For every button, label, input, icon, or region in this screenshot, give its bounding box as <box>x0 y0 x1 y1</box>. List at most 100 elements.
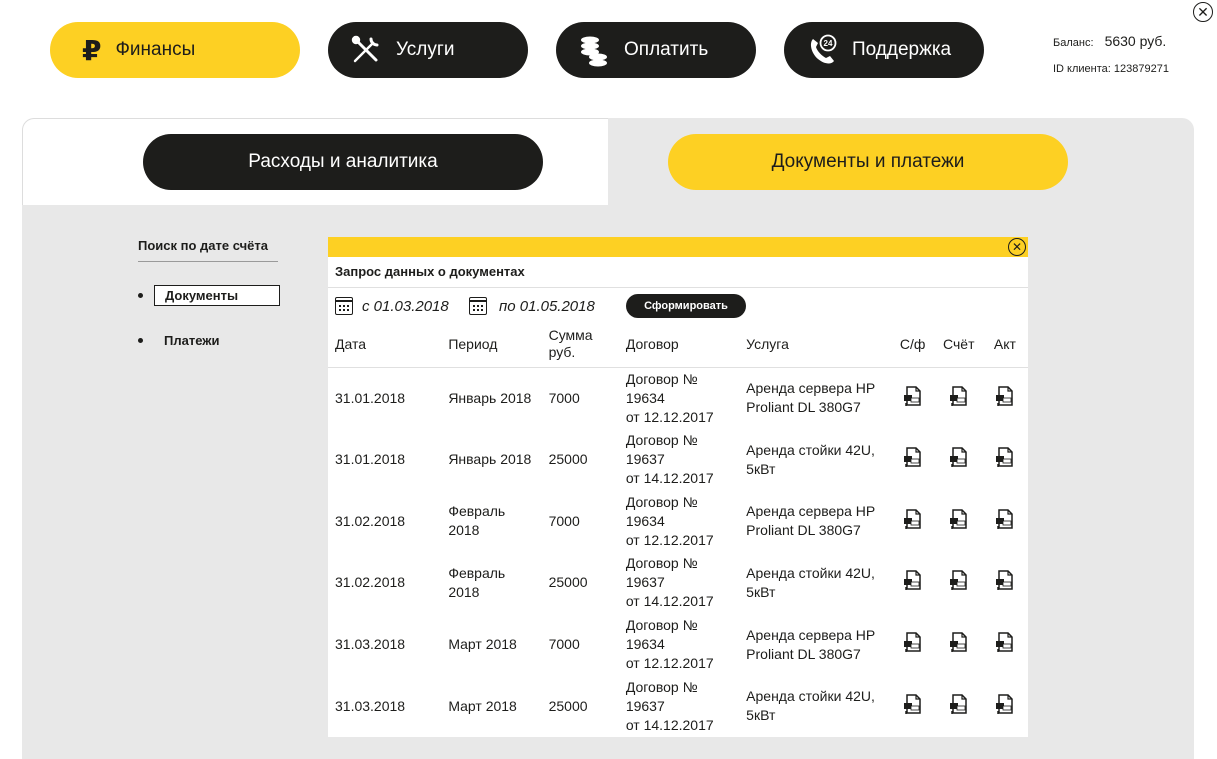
contract-date: от 12.12.2017 <box>625 408 714 425</box>
col-period: Период <box>448 335 498 352</box>
cell-sum: 25000 <box>548 697 588 714</box>
date-from[interactable]: с 01.03.2018 <box>362 298 449 315</box>
sidebar-item-payments[interactable]: Платежи <box>138 331 229 350</box>
pdf-download-icon[interactable] <box>949 446 969 468</box>
cell-sum: 7000 <box>548 389 580 406</box>
pdf-download-icon[interactable] <box>949 385 969 407</box>
ruble-icon: ₽ <box>82 34 102 66</box>
pdf-download-icon[interactable] <box>903 631 923 653</box>
table-row: 31.01.2018 Январь 2018 7000 Договор № 19634… <box>328 367 1028 429</box>
date-to[interactable]: по 01.05.2018 <box>499 298 595 315</box>
balance-label: Баланс: <box>1053 37 1094 49</box>
cell-date: 31.01.2018 <box>335 389 406 406</box>
cell-contract: Договор № 19637 от 14.12.2017 <box>619 675 739 737</box>
cell-act <box>982 429 1028 491</box>
pdf-download-icon[interactable] <box>995 446 1015 468</box>
cell-invoice <box>936 429 982 491</box>
pdf-download-icon[interactable] <box>995 508 1015 530</box>
bullet-icon <box>138 293 143 298</box>
pdf-download-icon[interactable] <box>949 569 969 591</box>
contract-number: Договор № 19637 <box>625 555 698 591</box>
cell-act <box>982 367 1028 429</box>
contract-date: от 14.12.2017 <box>625 470 714 487</box>
pdf-download-icon[interactable] <box>903 693 923 715</box>
nav-services-button[interactable]: Услуги <box>328 22 528 78</box>
nav-pay-button[interactable]: Оплатить <box>556 22 756 78</box>
table-row: 31.03.2018 Март 2018 7000 Договор № 19634 от… <box>328 614 1028 676</box>
col-sum: Сумма руб. <box>548 327 593 361</box>
pdf-download-icon[interactable] <box>995 569 1015 591</box>
col-service: Услуга <box>746 335 789 352</box>
pdf-download-icon[interactable] <box>903 446 923 468</box>
close-icon[interactable]: ✕ <box>1008 238 1026 256</box>
pdf-download-icon[interactable] <box>903 508 923 530</box>
cell-invoice-fact <box>890 614 936 676</box>
pdf-download-icon[interactable] <box>995 631 1015 653</box>
client-id: ID клиента: 123879271 <box>1053 63 1169 75</box>
cell-invoice-fact <box>890 675 936 737</box>
pdf-download-icon[interactable] <box>949 631 969 653</box>
cell-date: 31.02.2018 <box>335 512 406 529</box>
cell-contract: Договор № 19634 от 12.12.2017 <box>619 367 739 429</box>
cell-invoice <box>936 614 982 676</box>
table-header: Дата Период Сумма руб. Договор Услуга С/… <box>328 322 1028 367</box>
contract-number: Договор № 19637 <box>625 678 698 714</box>
cell-service: Аренда стойки 42U, 5кВт <box>746 441 875 477</box>
cell-invoice <box>936 675 982 737</box>
card-title: Запрос данных о документах <box>328 257 1028 288</box>
pdf-download-icon[interactable] <box>949 693 969 715</box>
pdf-download-icon[interactable] <box>903 569 923 591</box>
cell-sum: 25000 <box>548 574 588 591</box>
cell-invoice-fact <box>890 490 936 552</box>
col-date: Дата <box>335 335 367 352</box>
coins-icon <box>576 32 612 68</box>
bullet-icon <box>138 338 143 343</box>
cell-period: Март 2018 <box>448 636 517 653</box>
sidebar-title: Поиск по дате счёта <box>138 238 278 262</box>
contract-number: Договор № 19634 <box>625 617 698 653</box>
table-row: 31.03.2018 Март 2018 25000 Договор № 19637 о… <box>328 675 1028 737</box>
nav-services-label: Услуги <box>396 39 455 60</box>
contract-date: от 12.12.2017 <box>625 531 714 548</box>
phone-24-icon: 24 <box>804 32 840 68</box>
cell-service: Аренда сервера HP Proliant DL 380G7 <box>746 380 875 416</box>
nav-pay-label: Оплатить <box>624 39 709 60</box>
generate-button[interactable]: Сформировать <box>626 294 746 318</box>
cell-service: Аренда стойки 42U, 5кВт <box>746 688 875 724</box>
balance: Баланс: 5630 руб. <box>1053 33 1166 49</box>
balance-value: 5630 руб. <box>1104 33 1167 49</box>
cell-period: Март 2018 <box>448 697 517 714</box>
contract-number: Договор № 19634 <box>625 370 698 406</box>
tab-documents[interactable]: Документы и платежи <box>668 134 1068 190</box>
cell-act <box>982 552 1028 614</box>
card-header-bar: ✕ <box>328 237 1028 257</box>
documents-table: Дата Период Сумма руб. Договор Услуга С/… <box>328 322 1028 737</box>
cell-sum: 7000 <box>548 512 580 529</box>
cell-period: Февраль 2018 <box>448 503 506 539</box>
cell-service: Аренда сервера HP Proliant DL 380G7 <box>746 503 875 539</box>
table-row: 31.01.2018 Январь 2018 25000 Договор № 1963… <box>328 429 1028 491</box>
cell-invoice <box>936 552 982 614</box>
cell-invoice-fact <box>890 367 936 429</box>
svg-text:24: 24 <box>824 39 833 48</box>
cell-date: 31.03.2018 <box>335 636 406 653</box>
content-panel: Расходы и аналитика Документы и платежи … <box>22 118 1194 759</box>
col-invoice-fact: С/ф <box>899 335 926 352</box>
cell-invoice <box>936 490 982 552</box>
pdf-download-icon[interactable] <box>903 385 923 407</box>
nav-support-button[interactable]: 24 Поддержка <box>784 22 984 78</box>
pdf-download-icon[interactable] <box>949 508 969 530</box>
calendar-icon[interactable] <box>469 297 487 315</box>
calendar-icon[interactable] <box>335 297 353 315</box>
sidebar-item-documents[interactable]: Документы <box>138 285 280 306</box>
tab-analytics[interactable]: Расходы и аналитика <box>143 134 543 190</box>
pdf-download-icon[interactable] <box>995 385 1015 407</box>
cell-act <box>982 614 1028 676</box>
cell-act <box>982 675 1028 737</box>
col-invoice: Счёт <box>943 335 975 352</box>
table-row: 31.02.2018 Февраль 2018 25000 Договор № 196… <box>328 552 1028 614</box>
close-icon[interactable]: ✕ <box>1193 2 1213 22</box>
nav-finance-button[interactable]: ₽ Финансы <box>50 22 300 78</box>
cell-period: Январь 2018 <box>448 451 532 468</box>
pdf-download-icon[interactable] <box>995 693 1015 715</box>
